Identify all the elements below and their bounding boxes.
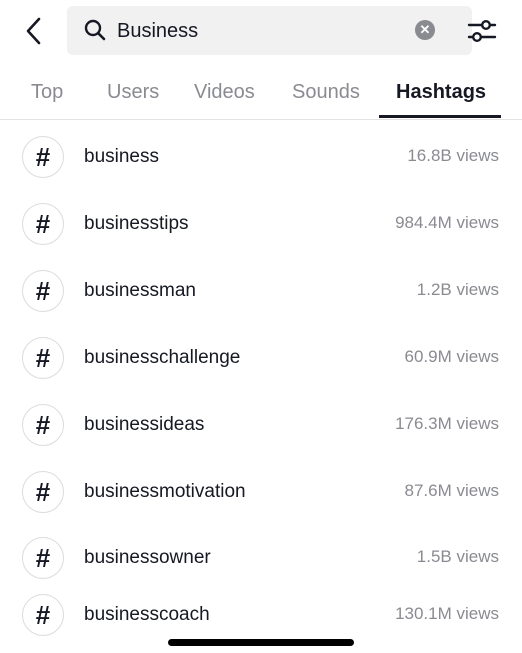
clear-icon[interactable]: ✕ [415,20,435,40]
hashtag-name: businesstips [84,213,189,234]
home-indicator[interactable] [168,639,354,646]
hashtag-icon: # [22,203,64,245]
hashtag-row[interactable]: # businessman 1.2B views [0,261,522,321]
hashtag-row[interactable]: # businesscoach 130.1M views [0,585,522,645]
search-input[interactable]: Business [117,19,198,43]
hashtag-views: 984.4M views [395,213,499,232]
hashtag-name: businessideas [84,414,205,435]
hashtag-row[interactable]: # businesstips 984.4M views [0,194,522,254]
hashtag-views: 16.8B views [407,146,499,165]
chevron-left-icon [26,17,41,45]
hashtag-icon: # [22,537,64,579]
hashtag-views: 87.6M views [404,481,499,500]
hashtag-name: businessowner [84,547,211,568]
hashtag-views: 60.9M views [404,347,499,366]
hashtag-icon: # [22,404,64,446]
filter-button[interactable] [463,14,501,48]
hashtag-row[interactable]: # businessideas 176.3M views [0,395,522,455]
search-icon [84,19,106,41]
hashtag-name: businesschallenge [84,347,241,368]
search-bar[interactable]: Business ✕ [67,6,472,55]
tab-top[interactable]: Top [31,80,63,104]
hashtag-icon: # [22,471,64,513]
tab-bar: Top Users Videos Sounds Hashtags [0,62,522,120]
hashtag-row[interactable]: # businessmotivation 87.6M views [0,462,522,522]
top-bar: Business ✕ [0,0,522,62]
hashtag-name: business [84,146,159,167]
active-tab-indicator [379,115,501,118]
hashtag-icon: # [22,136,64,178]
tab-hashtags[interactable]: Hashtags [396,80,486,104]
hashtag-icon: # [22,270,64,312]
hashtag-icon: # [22,594,64,636]
hashtag-row[interactable]: # businesschallenge 60.9M views [0,328,522,388]
tab-sounds[interactable]: Sounds [292,80,360,104]
hashtag-views: 1.5B views [416,547,499,566]
hashtag-name: businessman [84,280,196,301]
filter-sliders-icon [467,20,497,42]
hashtag-views: 1.2B views [416,280,499,299]
hashtag-views: 176.3M views [395,414,499,433]
tab-videos[interactable]: Videos [194,80,255,104]
tab-users[interactable]: Users [107,80,159,104]
hashtag-name: businesscoach [84,604,210,625]
hashtag-icon: # [22,337,64,379]
hashtag-views: 130.1M views [395,604,499,623]
hashtag-name: businessmotivation [84,481,246,502]
back-button[interactable] [18,14,48,48]
hashtag-row[interactable]: # businessowner 1.5B views [0,528,522,588]
hashtag-row[interactable]: # business 16.8B views [0,127,522,187]
